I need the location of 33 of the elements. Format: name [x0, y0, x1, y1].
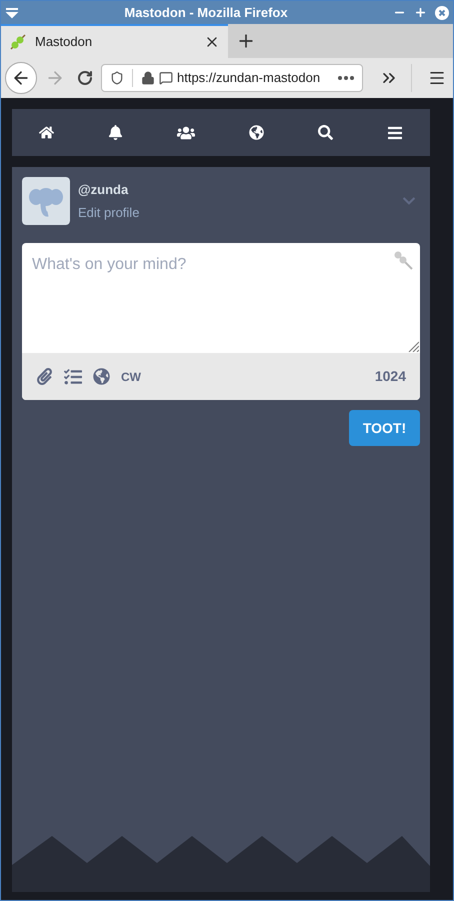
- paperclip-icon[interactable]: [36, 368, 53, 385]
- cw-button[interactable]: CW: [121, 368, 141, 386]
- bell-icon[interactable]: [108, 125, 123, 140]
- compose-box[interactable]: What's on your mind? CW 1024: [22, 243, 420, 400]
- home-icon[interactable]: [39, 125, 54, 140]
- window-menu-icon[interactable]: [5, 6, 19, 18]
- reload-icon[interactable]: [77, 70, 93, 86]
- skewer-icon: [9, 33, 27, 51]
- menu-icon[interactable]: [428, 69, 446, 87]
- list-icon[interactable]: [64, 368, 82, 386]
- globe-icon[interactable]: [249, 125, 264, 140]
- shield-icon: [110, 71, 124, 85]
- globe-icon[interactable]: [93, 368, 110, 385]
- edit-profile-link[interactable]: Edit profile: [78, 203, 394, 222]
- compose-placeholder: What's on your mind?: [32, 256, 186, 273]
- url-text: https://zundan-mastodon: [177, 69, 322, 88]
- message-icon: [159, 71, 173, 85]
- resize-handle-icon[interactable]: [407, 340, 419, 352]
- username: @zunda: [78, 180, 130, 198]
- maximize-icon[interactable]: [414, 6, 427, 19]
- browser-tab[interactable]: Mastodon: [1, 24, 228, 58]
- tab-title: Mastodon: [35, 33, 94, 52]
- toot-button[interactable]: TOOT!: [349, 410, 420, 446]
- avatar: [22, 177, 70, 225]
- more-icon[interactable]: [338, 76, 354, 80]
- back-button[interactable]: [5, 62, 37, 94]
- window-title: Mastodon - Mozilla Firefox: [123, 4, 289, 22]
- close-icon[interactable]: [435, 6, 449, 20]
- lock-icon: [141, 71, 155, 85]
- search-icon[interactable]: [318, 125, 333, 140]
- menu-icon[interactable]: [387, 124, 403, 140]
- address-bar[interactable]: https://zundan-mastodon: [101, 64, 363, 92]
- character-counter: 1024: [374, 367, 406, 386]
